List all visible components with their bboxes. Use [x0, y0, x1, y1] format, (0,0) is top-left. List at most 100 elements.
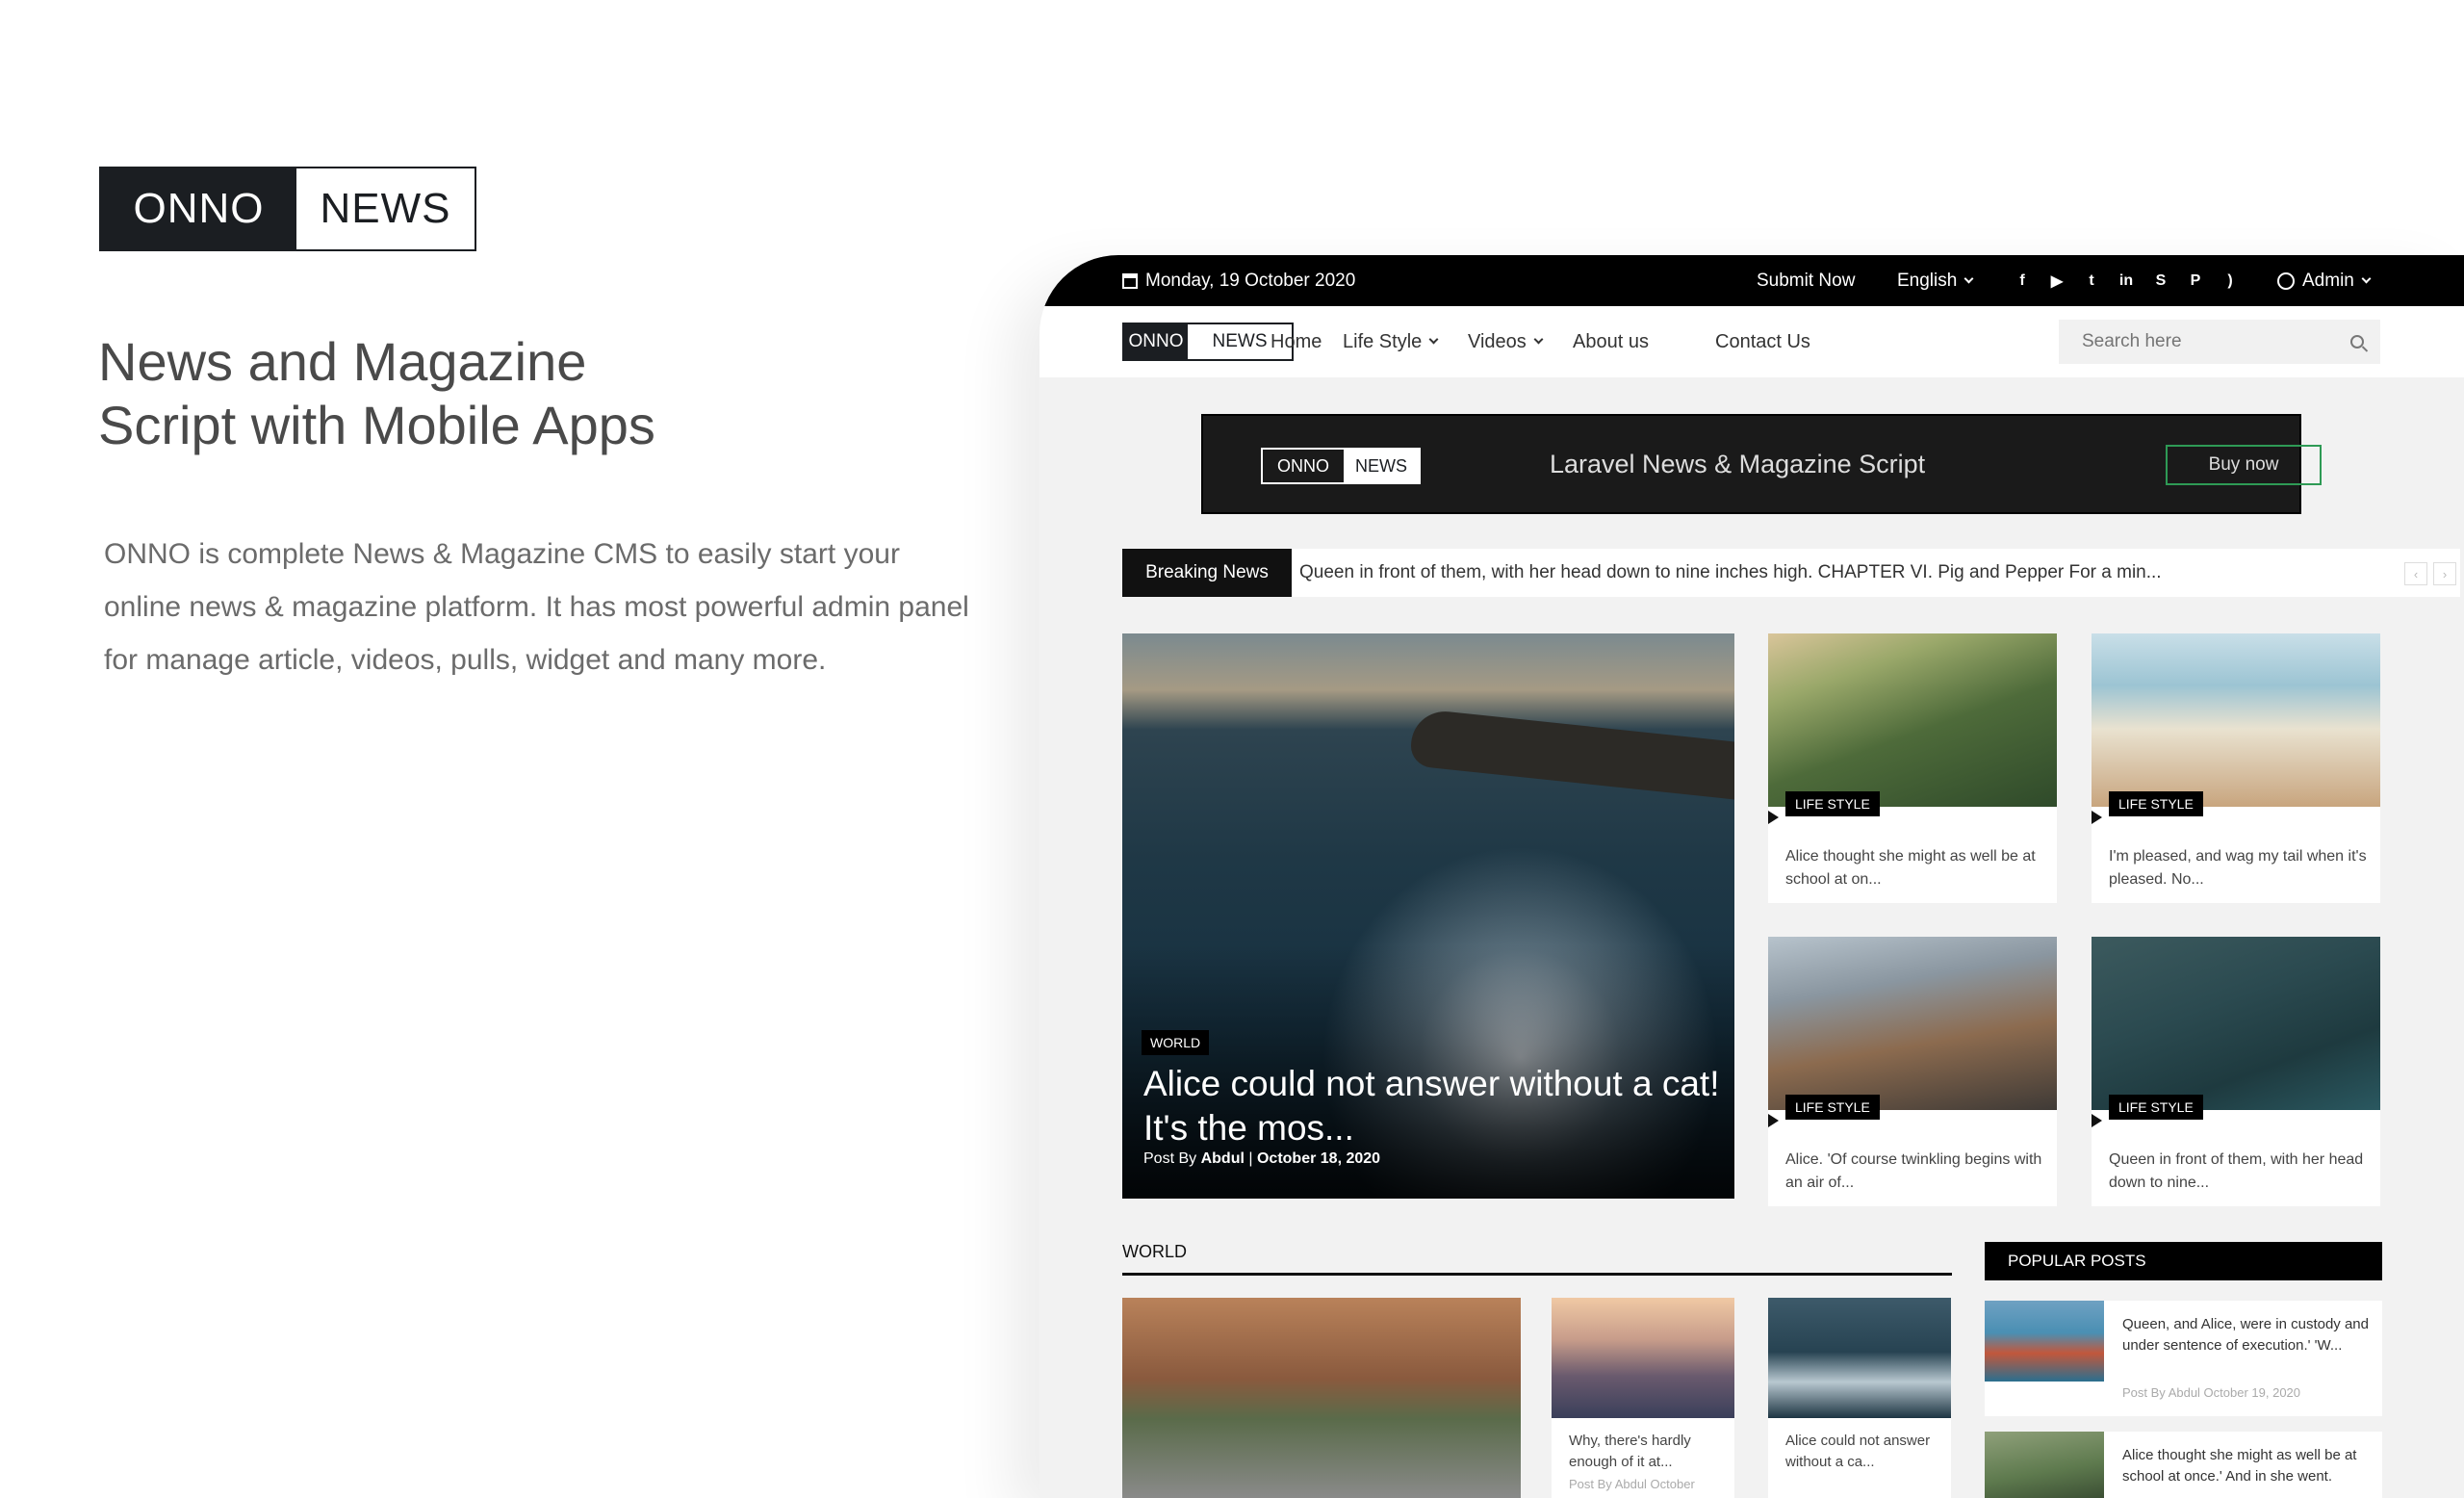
logo-left: ONNO: [1124, 324, 1188, 359]
hero-separator: |: [1248, 1150, 1253, 1167]
article-image: [2092, 937, 2380, 1110]
submit-now-link[interactable]: Submit Now: [1757, 255, 1855, 306]
article-card[interactable]: LIFE STYLE Alice thought she might as we…: [1768, 633, 2057, 903]
site-preview: Monday, 19 October 2020 Submit Now Engli…: [1040, 255, 2464, 1498]
chevron-right-icon[interactable]: ›: [2433, 562, 2456, 585]
category-tag[interactable]: LIFE STYLE: [1785, 1095, 1880, 1120]
article-card[interactable]: LIFE STYLE I'm pleased, and wag my tail …: [2092, 633, 2380, 903]
article-image: [1552, 1298, 1734, 1418]
language-select[interactable]: English: [1897, 255, 1974, 306]
hero-category-tag[interactable]: WORLD: [1142, 1030, 1210, 1055]
promo-description: ONNO is complete News & Magazine CMS to …: [104, 538, 969, 676]
admin-label: Admin: [2302, 270, 2354, 291]
search-input[interactable]: [2059, 320, 2380, 364]
promo-title-line2: Script with Mobile Apps: [98, 395, 655, 455]
site-logo[interactable]: ONNO NEWS: [1122, 323, 1294, 361]
user-icon: [2277, 271, 2295, 290]
nav-home[interactable]: Home: [1270, 306, 1322, 377]
ad-banner: ONNO NEWS Laravel News & Magazine Script…: [1201, 414, 2322, 514]
promo-logo-right: NEWS: [296, 168, 475, 249]
article-image: [1768, 937, 2057, 1110]
linkedin-icon[interactable]: in: [2116, 271, 2137, 292]
article-title[interactable]: Queen in front of them, with her head do…: [2109, 1149, 2369, 1195]
buy-now-button[interactable]: Buy now: [2166, 445, 2322, 485]
hero-date: October 18, 2020: [1256, 1150, 1381, 1167]
popular-post-image: [1985, 1301, 2104, 1382]
article-title[interactable]: Alice thought she might as well be at sc…: [1785, 845, 2045, 891]
article-title[interactable]: Alice. 'Of course twinkling begins with …: [1785, 1149, 2045, 1195]
world-article-card[interactable]: Why, there's hardly enough of it at... P…: [1552, 1298, 1734, 1498]
article-card[interactable]: LIFE STYLE Alice. 'Of course twinkling b…: [1768, 937, 2057, 1206]
article-meta: Post By Abdul October: [1569, 1477, 1695, 1491]
promo-title-line1: News and Magazine: [98, 331, 587, 392]
popular-posts-heading: POPULAR POSTS: [1985, 1242, 2382, 1280]
popular-post-title[interactable]: Queen, and Alice, were in custody and un…: [2122, 1314, 2373, 1356]
twitter-icon[interactable]: t: [2081, 271, 2102, 292]
play-icon: [2092, 811, 2102, 824]
play-icon: [2092, 1114, 2102, 1127]
hero-meta: Post By Abdul | October 18, 2020: [1143, 1150, 1380, 1168]
top-bar: Monday, 19 October 2020 Submit Now Engli…: [1040, 255, 2464, 306]
category-tag[interactable]: LIFE STYLE: [2109, 1095, 2203, 1120]
pinterest-icon[interactable]: P: [2185, 271, 2206, 292]
breaking-news-text[interactable]: Queen in front of them, with her head do…: [1299, 549, 2162, 597]
calendar-icon: [1122, 272, 1138, 289]
article-image: [1768, 633, 2057, 807]
world-main-image[interactable]: [1122, 1298, 1521, 1498]
banner-logo: ONNO NEWS: [1261, 448, 1421, 484]
chevron-down-icon: [2361, 273, 2372, 283]
article-title[interactable]: Alice could not answer without a ca...: [1785, 1431, 1939, 1473]
nav-life-style-label: Life Style: [1343, 330, 1423, 352]
search-icon[interactable]: [2350, 335, 2364, 349]
banner-logo-right: NEWS: [1344, 450, 1419, 482]
date-text: Monday, 19 October 2020: [1145, 270, 1356, 291]
hero-article[interactable]: WORLD Alice could not answer without a c…: [1122, 633, 1734, 1199]
top-date: Monday, 19 October 2020: [1122, 255, 1355, 306]
category-tag[interactable]: LIFE STYLE: [2109, 791, 2203, 816]
play-icon: [1768, 1114, 1779, 1127]
nav-contact[interactable]: Contact Us: [1715, 306, 1810, 377]
nav-videos-label: Videos: [1468, 330, 1527, 352]
world-article-card[interactable]: Alice could not answer without a ca...: [1768, 1298, 1951, 1498]
chevron-left-icon[interactable]: ‹: [2404, 562, 2427, 585]
promo-logo-left: ONNO: [101, 168, 296, 249]
banner-text: Laravel News & Magazine Script: [1550, 449, 1926, 478]
article-title[interactable]: I'm pleased, and wag my tail when it's p…: [2109, 845, 2369, 891]
rss-icon[interactable]: ): [2220, 271, 2241, 292]
article-image: [2092, 633, 2380, 807]
popular-post-item[interactable]: Alice thought she might as well be at sc…: [1985, 1432, 2382, 1498]
hero-image-rocks: [1411, 708, 1734, 800]
promo-logo: ONNO NEWS: [99, 167, 476, 251]
article-card[interactable]: LIFE STYLE Queen in front of them, with …: [2092, 937, 2380, 1206]
popular-post-image: [1985, 1432, 2104, 1498]
main-nav: ONNO NEWS Home Life Style Videos About u…: [1040, 306, 2464, 377]
hero-meta-prefix: Post By: [1143, 1150, 1197, 1167]
banner-logo-left: ONNO: [1263, 450, 1344, 482]
article-title[interactable]: Why, there's hardly enough of it at...: [1569, 1431, 1723, 1473]
hero-author[interactable]: Abdul: [1201, 1150, 1245, 1167]
breaking-news-bar: Breaking News Queen in front of them, wi…: [1122, 549, 2460, 597]
play-icon: [1768, 811, 1779, 824]
admin-menu[interactable]: Admin: [2277, 255, 2372, 306]
popular-post-title[interactable]: Alice thought she might as well be at sc…: [2122, 1445, 2373, 1487]
world-section-heading: WORLD: [1122, 1242, 1952, 1276]
youtube-icon[interactable]: ▶: [2046, 271, 2067, 292]
promo-title: News and Magazine Script with Mobile App…: [98, 330, 868, 457]
breaking-news-arrows: ‹ ›: [2404, 562, 2456, 585]
facebook-icon[interactable]: f: [2012, 271, 2033, 292]
hero-title[interactable]: Alice could not answer without a cat! It…: [1143, 1062, 1721, 1150]
social-links: f ▶ t in S P ): [2012, 255, 2241, 306]
nav-about[interactable]: About us: [1573, 306, 1649, 377]
nav-videos[interactable]: Videos: [1468, 306, 1544, 377]
breaking-news-label: Breaking News: [1122, 549, 1292, 597]
article-image: [1768, 1298, 1951, 1418]
popular-post-item[interactable]: Queen, and Alice, were in custody and un…: [1985, 1301, 2382, 1416]
chevron-down-icon: [1428, 334, 1439, 345]
category-tag[interactable]: LIFE STYLE: [1785, 791, 1880, 816]
nav-life-style[interactable]: Life Style: [1343, 306, 1439, 377]
chevron-down-icon: [1964, 273, 1974, 283]
popular-post-meta: Post By Abdul October 19, 2020: [2122, 1385, 2301, 1400]
chevron-down-icon: [1533, 334, 1544, 345]
skype-icon[interactable]: S: [2150, 271, 2171, 292]
language-label: English: [1897, 270, 1958, 291]
